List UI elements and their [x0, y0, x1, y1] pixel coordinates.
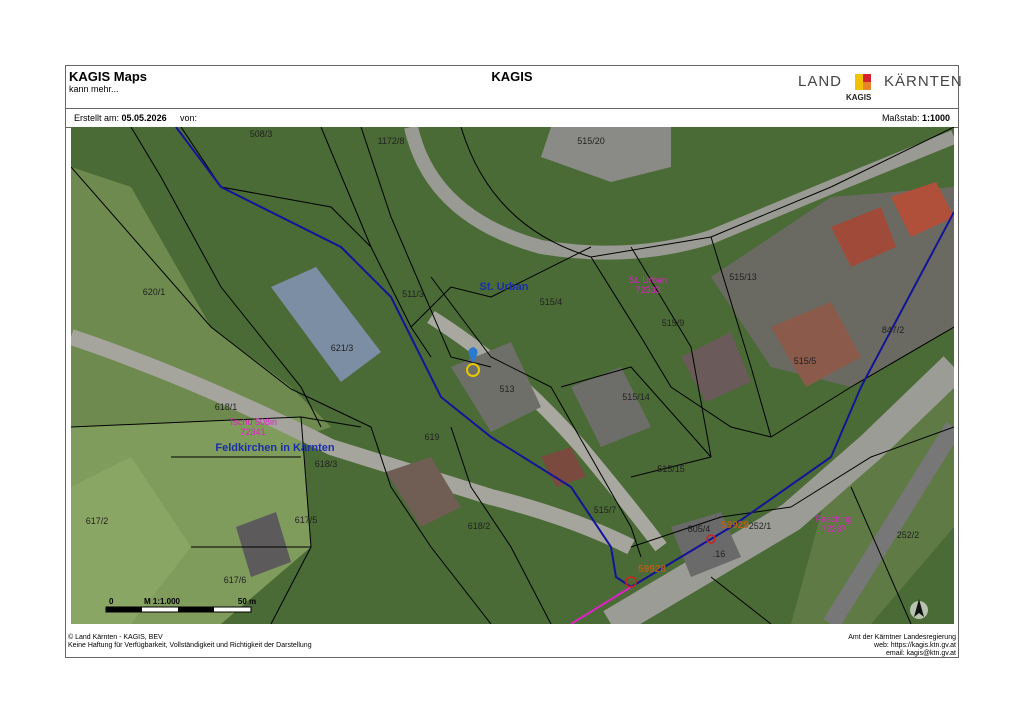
- parcel-label: 618/1: [215, 402, 238, 412]
- map-canvas: 508/3 1172/8 515/20 620/1 511/3 515/4 515/13 62…: [71, 127, 954, 624]
- parcel-label: 515/5: [794, 356, 817, 366]
- cadastral-code-label: 72387: [821, 524, 846, 534]
- parcel-label: 618/3: [315, 459, 338, 469]
- scale-label: Maßstab:: [881, 113, 920, 123]
- parcel-label: 252/1: [749, 521, 772, 531]
- parcel-label: 617/2: [86, 516, 109, 526]
- parcel-label: 620/1: [143, 287, 166, 297]
- parcel-label: 515/20: [577, 136, 605, 146]
- parcel-label: 618/2: [468, 521, 491, 531]
- parcel-label: 515/14: [622, 392, 650, 402]
- agency-web: web: https://kagis.ktn.gv.at: [874, 642, 956, 649]
- header: KAGIS Maps kann mehr... KAGIS LAND KÄRNT…: [66, 66, 962, 109]
- place-label: St. Urban: [480, 281, 529, 293]
- carinthia-flag-icon: [855, 74, 871, 90]
- parcel-label: 515/4: [540, 297, 563, 307]
- scale-value: 1:1000: [921, 113, 950, 123]
- from-label: von:: [180, 113, 198, 123]
- cadastral-name-label: St. Urban: [629, 275, 667, 285]
- scalebar-label: M 1:1.000: [144, 597, 181, 606]
- parcel-label: 508/3: [250, 129, 273, 139]
- disclaimer: Keine Haftung für Verfügbarkeit, Vollstä…: [68, 642, 312, 649]
- logo-subtitle: KAGIS: [846, 93, 872, 102]
- copyright: © Land Kärnten - KAGIS, BEV: [68, 634, 163, 641]
- parcel-label: 515/15: [657, 464, 685, 474]
- parcel-label: 515/7: [594, 505, 617, 515]
- parcel-label: 621/3: [331, 343, 354, 353]
- created-label: Erstellt am:: [74, 113, 120, 123]
- logo-text-right: KÄRNTEN: [884, 73, 963, 90]
- created-date: 05.05.2026: [121, 113, 167, 123]
- cadastral-name-label: Fasching: [816, 514, 853, 524]
- place-label: Feldkirchen in Kärnten: [215, 442, 334, 454]
- parcel-label: 619: [424, 432, 439, 442]
- scalebar-end-label: 50 m: [238, 597, 256, 606]
- parcel-label: 511/3: [402, 289, 424, 299]
- parcel-label: 617/5: [295, 515, 318, 525]
- footer-right: Amt der Kärntner Landesregierung web: ht…: [848, 634, 956, 658]
- parcel-label: 1172/8: [378, 136, 405, 146]
- survey-point-label: 59929: [721, 520, 749, 531]
- scalebar: [105, 606, 252, 613]
- cadastral-name-label: Tschu 508in: [229, 417, 277, 427]
- scale-info: Maßstab: 1:1000: [882, 113, 950, 123]
- scalebar-start-label: 0: [109, 597, 114, 606]
- map-view[interactable]: 508/3 1172/8 515/20 620/1 511/3 515/4 515/13 62…: [71, 127, 954, 624]
- created-info: Erstellt am: 05.05.2026: [74, 113, 167, 123]
- agency-name: Amt der Kärntner Landesregierung: [848, 634, 956, 641]
- cadastral-code-label: 72341: [240, 427, 265, 437]
- parcel-label: 617/6: [224, 575, 247, 585]
- cadastral-code-label: 72333: [635, 285, 660, 295]
- app-tagline: kann mehr...: [69, 84, 119, 94]
- parcel-label: 515/9: [662, 318, 685, 328]
- parcel-label: 847/2: [882, 325, 905, 335]
- meta-bar: Erstellt am: 05.05.2026 von: Maßstab: 1:…: [66, 109, 958, 128]
- logo-text-left: LAND: [798, 73, 843, 90]
- map-sheet: KAGIS Maps kann mehr... KAGIS LAND KÄRNT…: [65, 65, 962, 658]
- parcel-label: 515/13: [729, 272, 757, 282]
- agency-email: email: kagis@ktn.gv.at: [885, 650, 956, 657]
- parcel-label: 805/4: [688, 524, 711, 534]
- footer: © Land Kärnten - KAGIS, BEV Keine Haftun…: [66, 626, 958, 657]
- parcel-label: 513: [499, 384, 514, 394]
- parcel-label: .16: [713, 549, 726, 559]
- parcel-label: 252/2: [897, 530, 920, 540]
- footer-left: © Land Kärnten - KAGIS, BEV Keine Haftun…: [68, 634, 312, 650]
- survey-point-label: 59928: [638, 564, 666, 575]
- land-kaernten-logo: LAND KÄRNTEN KAGIS: [798, 71, 962, 105]
